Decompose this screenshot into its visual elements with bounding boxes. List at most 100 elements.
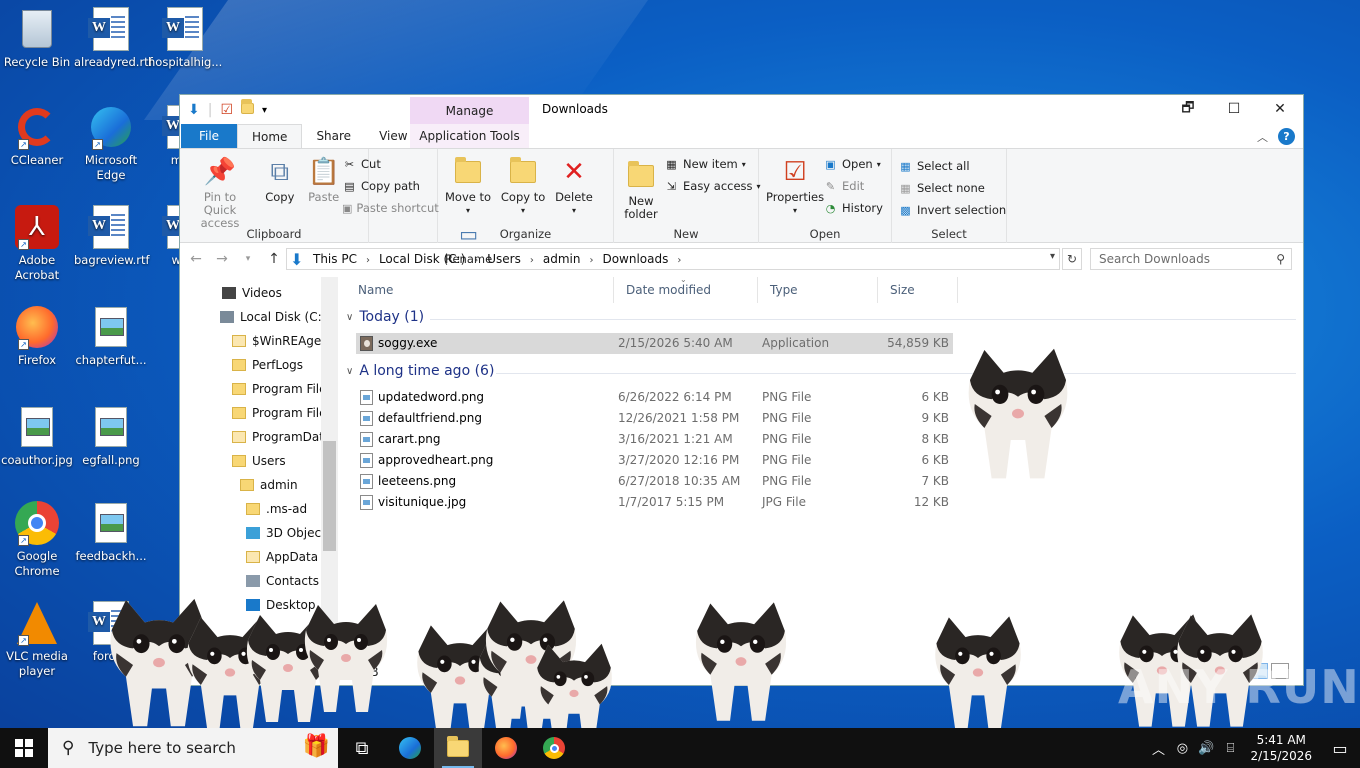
desktop-icon[interactable]: feedbackh... (74, 500, 148, 564)
desktop-icon[interactable]: ↗ CCleaner (0, 104, 74, 168)
back-arrow-icon[interactable]: ← (188, 251, 204, 267)
cut-button[interactable]: ✂ Cut (342, 153, 433, 175)
taskbar-edge-icon[interactable] (386, 728, 434, 768)
meet-now-icon[interactable]: ◎ (1170, 741, 1194, 756)
nav-item[interactable]: .ms-ad (180, 497, 338, 521)
refresh-icon[interactable]: ↻ (1062, 248, 1082, 270)
breadcrumb-item[interactable]: Local Disk (C:) (379, 252, 465, 266)
history-button[interactable]: ◔ History (823, 197, 883, 219)
desktop-icon[interactable]: Recycle Bin (0, 6, 74, 70)
file-row[interactable]: approvedheart.png 3/27/2020 12:16 PM PNG F… (356, 450, 953, 471)
tab-manage[interactable]: Manage (410, 97, 529, 125)
breadcrumb-chevron-icon[interactable]: › (589, 255, 593, 266)
notifications-icon[interactable]: ▭ (1320, 739, 1360, 758)
nav-item[interactable]: Program Files (180, 401, 338, 425)
breadcrumb-chevron-icon[interactable]: › (530, 255, 534, 266)
tab-home[interactable]: Home (237, 124, 303, 148)
new-item-button[interactable]: ▦ New item ▾ (664, 153, 761, 175)
taskbar-file-explorer-icon[interactable] (434, 728, 482, 768)
move-to-button[interactable]: Move to ▾ (445, 155, 491, 217)
column-header-type[interactable]: Type (758, 277, 878, 303)
collapse-ribbon-icon[interactable]: ︿ (1257, 129, 1268, 145)
column-header-name[interactable]: Name (346, 277, 614, 303)
nav-item[interactable]: Program Files (180, 377, 338, 401)
easy-access-button[interactable]: ⇲ Easy access ▾ (664, 175, 761, 197)
up-arrow-icon[interactable]: ↑ (266, 251, 282, 267)
breadcrumb-item[interactable]: Users (487, 252, 521, 266)
taskbar-firefox-icon[interactable] (482, 728, 530, 768)
explorer-down-arrow-icon[interactable]: ⬇ (188, 102, 200, 118)
properties-button[interactable]: ☑ Properties ▾ (766, 155, 824, 217)
select-all-button[interactable]: ▦ Select all (898, 155, 1006, 177)
nav-item[interactable]: Local Disk (C:) (180, 305, 338, 329)
open-button[interactable]: ▣ Open ▾ (823, 153, 883, 175)
qat-dropdown-icon[interactable]: ▾ (262, 105, 267, 116)
file-row[interactable]: defaultfriend.png 12/26/2021 1:58 PM PNG F… (356, 408, 953, 429)
search-input[interactable]: Search Downloads ⚲ (1090, 248, 1292, 270)
desktop-icon[interactable]: bagreview.rtf (74, 204, 150, 268)
desktop-icon[interactable]: alreadyred.rtf (74, 6, 153, 70)
taskbar-search-input[interactable]: ⚲ Type here to search 🎁 (48, 728, 338, 768)
file-row[interactable]: leeteens.png 6/27/2018 10:35 AM PNG File 7 … (356, 471, 953, 492)
file-row[interactable]: carart.png 3/16/2021 1:21 AM PNG File 8 KB (356, 429, 953, 450)
address-dropdown-icon[interactable]: ▾ (1050, 251, 1055, 262)
nav-scrollbar-thumb[interactable] (323, 441, 336, 551)
nav-item[interactable]: PerfLogs (180, 353, 338, 377)
group-header[interactable]: ∨ Today (1) (346, 309, 424, 325)
select-none-button[interactable]: ▦ Select none (898, 177, 1006, 199)
minimize-button[interactable]: 🗗 (1165, 95, 1211, 123)
taskbar-chrome-icon[interactable] (530, 728, 578, 768)
group-header[interactable]: ∨ A long time ago (6) (346, 363, 494, 379)
desktop-icon[interactable]: ⅄ ↗ Adobe Acrobat (0, 204, 74, 283)
breadcrumb-chevron-icon[interactable]: › (677, 255, 681, 266)
delete-button[interactable]: ✕ Delete ▾ (555, 155, 593, 217)
breadcrumb-chevron-icon[interactable]: › (366, 255, 370, 266)
file-row[interactable]: updatedword.png 6/26/2022 6:14 PM PNG File… (356, 387, 953, 408)
breadcrumb-item[interactable]: This PC (313, 252, 357, 266)
edit-button[interactable]: ✎ Edit (823, 175, 883, 197)
address-bar[interactable]: ⬇ This PC › Local Disk (C:) › Users › admin › Do… (286, 248, 1060, 270)
new-folder-button[interactable]: New folder (621, 159, 661, 221)
column-header-size[interactable]: Size (878, 277, 958, 303)
nav-item[interactable]: 3D Objects (180, 521, 338, 545)
help-icon[interactable]: ? (1278, 128, 1295, 145)
task-view-icon[interactable]: ⧉ (338, 728, 386, 768)
clock[interactable]: 5:41 AM 2/15/2026 (1242, 732, 1320, 764)
volume-icon[interactable]: 🔊 (1194, 741, 1218, 756)
copy-path-button[interactable]: ▤ Copy path (342, 175, 433, 197)
nav-item[interactable]: ProgramData (180, 425, 338, 449)
nav-item[interactable]: Users (180, 449, 338, 473)
breadcrumb-chevron-icon[interactable]: › (474, 255, 478, 266)
tab-share[interactable]: Share (302, 124, 365, 148)
copy-to-button[interactable]: Copy to ▾ (501, 155, 545, 217)
desktop-icon[interactable]: egfall.png (74, 404, 148, 468)
file-row[interactable]: visitunique.jpg 1/7/2017 5:15 PM JPG File 1… (356, 492, 953, 513)
breadcrumb-item[interactable]: admin (543, 252, 581, 266)
paste-shortcut-button[interactable]: ▣ Paste shortcut (342, 197, 439, 219)
copy-button[interactable]: ⧉ Copy (263, 155, 297, 204)
nav-item[interactable]: $WinREAgent (180, 329, 338, 353)
nav-item[interactable]: Videos (180, 281, 338, 305)
tab-application-tools[interactable]: Application Tools (410, 124, 529, 148)
nav-item[interactable]: Contacts (180, 569, 338, 593)
start-button[interactable] (0, 728, 48, 768)
nav-item[interactable]: AppData (180, 545, 338, 569)
network-icon[interactable]: ⌸ (1218, 741, 1242, 756)
show-hidden-icons-icon[interactable]: ︿ (1146, 739, 1170, 758)
desktop-icon[interactable]: ↗ VLC media player (0, 600, 74, 679)
properties-check-icon[interactable]: ☑ (220, 102, 233, 118)
recent-locations-icon[interactable]: ▾ (240, 254, 256, 264)
desktop-icon[interactable]: ↗ Microsoft Edge (74, 104, 148, 183)
forward-arrow-icon[interactable]: → (214, 251, 230, 267)
tab-file[interactable]: File (181, 124, 237, 148)
breadcrumb-item[interactable]: Downloads (602, 252, 668, 266)
desktop-icon[interactable]: ↗ Firefox (0, 304, 74, 368)
maximize-button[interactable]: ☐ (1211, 95, 1257, 123)
desktop-icon[interactable]: coauthor.jpg (0, 404, 74, 468)
file-row[interactable]: soggy.exe 2/15/2026 5:40 AM Application 54,… (356, 333, 953, 354)
new-folder-qat-icon[interactable] (241, 99, 255, 118)
invert-selection-button[interactable]: ▩ Invert selection (898, 199, 1006, 221)
desktop-icon[interactable]: chapterfut... (74, 304, 148, 368)
paste-button[interactable]: 📋 Paste (307, 155, 341, 204)
desktop-icon[interactable]: hospitalhig... (148, 6, 222, 70)
